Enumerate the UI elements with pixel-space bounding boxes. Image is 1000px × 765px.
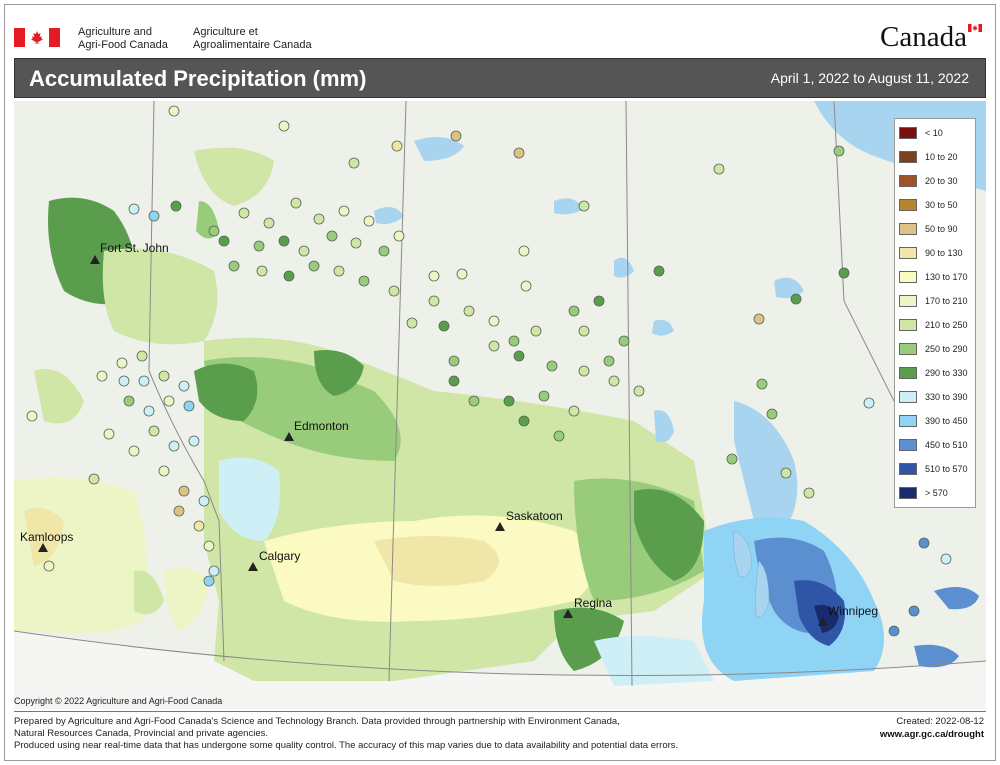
footer-notes: Prepared by Agriculture and Agri-Food Ca… <box>14 716 794 752</box>
legend-label: 450 to 510 <box>925 440 968 450</box>
legend: < 10 10 to 20 20 to 30 30 to 50 50 to 90… <box>894 118 976 508</box>
legend-label: 50 to 90 <box>925 224 958 234</box>
legend-swatch <box>899 439 917 451</box>
department-fr-line2: Agroalimentaire Canada <box>193 39 312 51</box>
legend-label: 390 to 450 <box>925 416 968 426</box>
legend-label: 30 to 50 <box>925 200 958 210</box>
legend-swatch <box>899 175 917 187</box>
wordmark-flag-icon <box>968 24 982 32</box>
legend-swatch <box>899 223 917 235</box>
city-label-winnipeg: Winnipeg <box>828 604 879 618</box>
footer-divider <box>14 711 986 712</box>
legend-swatch <box>899 151 917 163</box>
legend-label: 510 to 570 <box>925 464 968 474</box>
legend-item: 30 to 50 <box>899 199 975 213</box>
legend-item: 210 to 250 <box>899 319 975 333</box>
legend-swatch <box>899 343 917 355</box>
footer-note-line3: Produced using near real-time data that … <box>14 740 679 751</box>
city-label-saskatoon: Saskatoon <box>506 509 563 523</box>
legend-label: 20 to 30 <box>925 176 958 186</box>
city-label-kamloops: Kamloops <box>20 530 74 544</box>
department-en-line2: Agri-Food Canada <box>78 39 168 51</box>
department-name-french: Agriculture et Agroalimentaire Canada <box>193 26 323 52</box>
copyright: Copyright © 2022 Agriculture and Agri-Fo… <box>14 696 223 706</box>
legend-item: 510 to 570 <box>899 463 975 477</box>
legend-swatch <box>899 199 917 211</box>
city-label-calgary: Calgary <box>259 549 301 563</box>
canada-wordmark: Canada <box>880 21 967 53</box>
footer-note-line1: Prepared by Agriculture and Agri-Food Ca… <box>14 716 620 727</box>
department-fr-line1: Agriculture et <box>193 26 258 38</box>
header: Agriculture and Agri-Food Canada Agricul… <box>0 0 1000 56</box>
legend-swatch <box>899 295 917 307</box>
legend-item: 90 to 130 <box>899 247 975 261</box>
legend-item: 390 to 450 <box>899 415 975 429</box>
legend-item: 290 to 330 <box>899 367 975 381</box>
canada-flag-icon <box>14 28 60 47</box>
created-date: Created: 2022-08-12 <box>896 716 984 727</box>
legend-label: 210 to 250 <box>925 320 968 330</box>
legend-label: 330 to 390 <box>925 392 968 402</box>
legend-label: 170 to 210 <box>925 296 968 306</box>
legend-label: 250 to 290 <box>925 344 968 354</box>
legend-swatch <box>899 367 917 379</box>
legend-label: 90 to 130 <box>925 248 963 258</box>
city-marker-kamloops <box>38 543 48 552</box>
legend-swatch <box>899 247 917 259</box>
city-label-edmonton: Edmonton <box>294 419 349 433</box>
legend-swatch <box>899 319 917 331</box>
legend-swatch <box>899 463 917 475</box>
city-marker-saskatoon <box>495 522 505 531</box>
city-marker-regina <box>563 609 573 618</box>
city-label-fort-st-john: Fort St. John <box>100 241 169 255</box>
legend-item: 10 to 20 <box>899 151 975 165</box>
title-bar: Accumulated Precipitation (mm) April 1, … <box>14 58 986 98</box>
department-name-english: Agriculture and Agri-Food Canada <box>78 26 188 52</box>
city-marker-calgary <box>248 562 258 571</box>
footer-note-line2: Natural Resources Canada, Provincial and… <box>14 728 268 739</box>
legend-item: 330 to 390 <box>899 391 975 405</box>
legend-swatch <box>899 391 917 403</box>
legend-swatch <box>899 487 917 499</box>
legend-item: 50 to 90 <box>899 223 975 237</box>
legend-label: 290 to 330 <box>925 368 968 378</box>
legend-swatch <box>899 127 917 139</box>
legend-item: > 570 <box>899 487 975 501</box>
drought-site-link[interactable]: www.agr.gc.ca/drought <box>880 729 984 741</box>
legend-swatch <box>899 271 917 283</box>
legend-swatch <box>899 415 917 427</box>
legend-item: 250 to 290 <box>899 343 975 357</box>
legend-item: 20 to 30 <box>899 175 975 189</box>
date-range: April 1, 2022 to August 11, 2022 <box>770 70 969 86</box>
legend-label: 130 to 170 <box>925 272 968 282</box>
city-marker-fort-st-john <box>90 255 100 264</box>
legend-item: 170 to 210 <box>899 295 975 309</box>
map-title: Accumulated Precipitation (mm) <box>29 66 367 91</box>
department-en-line1: Agriculture and <box>78 26 152 38</box>
legend-item: 130 to 170 <box>899 271 975 285</box>
legend-label: < 10 <box>925 128 943 138</box>
legend-item: 450 to 510 <box>899 439 975 453</box>
legend-item: < 10 <box>899 127 975 141</box>
precipitation-map: Fort St. John Edmonton Kamloops Calgary … <box>14 101 986 709</box>
legend-label: > 570 <box>925 488 948 498</box>
legend-label: 10 to 20 <box>925 152 958 162</box>
city-marker-winnipeg <box>818 617 828 626</box>
city-marker-edmonton <box>284 432 294 441</box>
city-label-regina: Regina <box>574 596 613 610</box>
